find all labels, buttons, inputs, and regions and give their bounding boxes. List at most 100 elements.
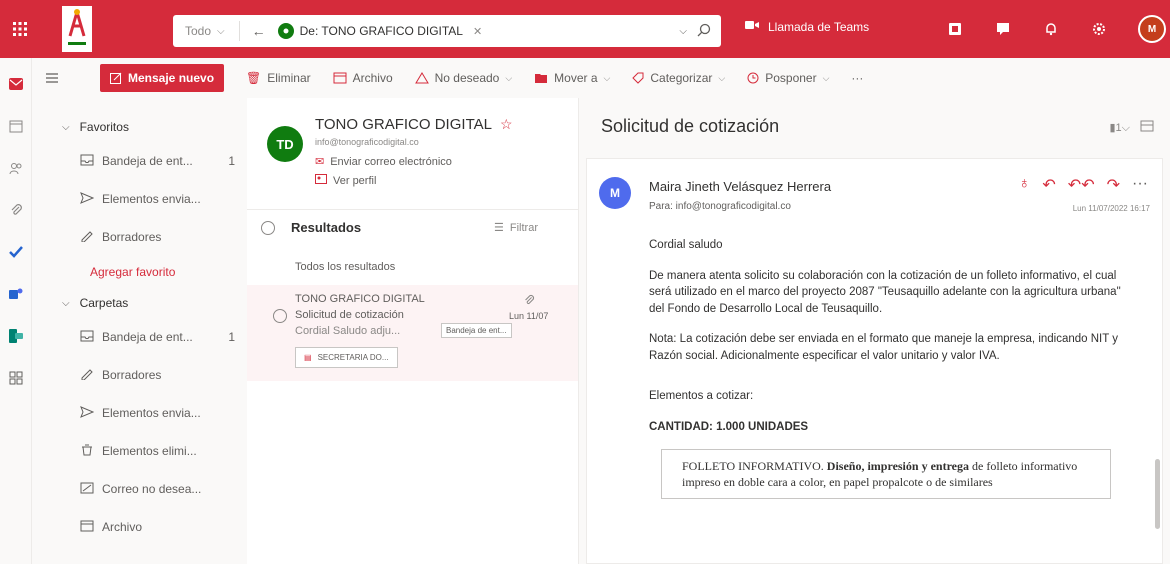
- close-icon[interactable]: ✕: [473, 25, 482, 38]
- move-to-button[interactable]: Mover a ⌵: [534, 71, 610, 85]
- message-list-item[interactable]: TONO GRAFICO DIGITAL Solicitud de cotiza…: [247, 285, 578, 381]
- flag-icon[interactable]: ♁: [1018, 175, 1030, 195]
- attachment-icon[interactable]: [0, 194, 32, 226]
- body-paragraph: De manera atenta solicito su colaboració…: [649, 269, 1121, 315]
- message-card: M Maira Jineth Velásquez Herrera Para: i…: [586, 158, 1163, 564]
- table-bold: Diseño, impresión y entrega: [826, 459, 969, 473]
- fav-item-label: Bandeja de ent...: [102, 154, 193, 168]
- app-launcher-icon[interactable]: [0, 0, 40, 58]
- folder-item-archive[interactable]: Archivo: [32, 508, 247, 546]
- filter-label: Filtrar: [509, 221, 538, 234]
- teams-icon[interactable]: [0, 278, 32, 310]
- new-message-button[interactable]: Mensaje nuevo: [100, 64, 225, 92]
- more-icon[interactable]: ···: [1132, 175, 1148, 195]
- chevron-down-icon: ⌵: [603, 72, 611, 83]
- divider: [238, 21, 240, 41]
- folder-item-drafts[interactable]: Borradores: [32, 356, 247, 394]
- folder-item-sent[interactable]: Elementos envia...: [32, 394, 247, 432]
- sway-icon[interactable]: [0, 320, 32, 352]
- select-message-radio[interactable]: [273, 309, 287, 323]
- reply-all-icon[interactable]: ↶↶: [1068, 175, 1095, 195]
- chevron-down-icon: ⌵: [822, 72, 830, 83]
- search-chip-label: De: TONO GRAFICO DIGITAL: [299, 24, 463, 38]
- chevron-down-icon: ⌵: [62, 297, 70, 309]
- folder-item-label: Borradores: [102, 368, 162, 382]
- reading-subject-title: Solicitud de cotización: [601, 116, 780, 136]
- snooze-label: Posponer: [765, 71, 817, 85]
- contact-email: info@tonograficodigital.co: [315, 137, 419, 147]
- mail-icon: ✉: [315, 156, 325, 168]
- fav-item-sent[interactable]: Elementos envia...: [32, 180, 247, 218]
- results-header: Resultados ☰ Filtrar: [247, 209, 578, 245]
- reply-icon[interactable]: ↶: [1042, 175, 1055, 195]
- message-list-pane: TD TONO GRAFICO DIGITAL ☆ info@tonografic…: [247, 98, 579, 564]
- bell-icon[interactable]: [1039, 17, 1063, 41]
- teams-call-button[interactable]: Llamada de Teams: [744, 19, 869, 34]
- todo-check-icon[interactable]: [0, 236, 32, 268]
- forward-icon[interactable]: ↷: [1107, 175, 1120, 195]
- mail-icon[interactable]: [0, 68, 32, 100]
- junk-button[interactable]: No deseado ⌵: [414, 71, 512, 85]
- video-camera-icon: [744, 19, 760, 34]
- body-paragraph: Elementos a cotizar:: [649, 390, 754, 402]
- delete-button[interactable]: 🗑︎ Eliminar: [246, 71, 311, 85]
- feedback-icon[interactable]: [991, 17, 1015, 41]
- search-box[interactable]: Todo ⌵ ← De: TONO GRAFICO DIGITAL ✕ ⌵: [173, 15, 721, 47]
- gear-icon[interactable]: [1087, 17, 1111, 41]
- sender-name[interactable]: Maira Jineth Velásquez Herrera: [649, 179, 831, 194]
- folder-tag[interactable]: Bandeja de ent...: [441, 323, 512, 338]
- search-icon[interactable]: [697, 23, 711, 40]
- profile-card-icon: [315, 174, 327, 187]
- top-bar: Todo ⌵ ← De: TONO GRAFICO DIGITAL ✕ ⌵ Lla…: [0, 0, 1170, 58]
- junk-icon: [80, 482, 94, 497]
- hamburger-menu-icon[interactable]: [32, 73, 72, 83]
- organization-logo: [62, 6, 92, 52]
- more-actions-button[interactable]: ···: [851, 71, 863, 85]
- back-arrow-icon[interactable]: ←: [252, 23, 266, 39]
- select-all-radio[interactable]: [261, 220, 275, 235]
- view-profile-link[interactable]: Ver perfil: [315, 174, 513, 187]
- contact-avatar[interactable]: TD: [267, 126, 303, 162]
- more-actions-label: ···: [851, 71, 864, 85]
- categorize-button[interactable]: Categorizar ⌵: [632, 71, 725, 85]
- send-email-link[interactable]: ✉ Enviar correo electrónico: [315, 155, 513, 169]
- unread-count: 1: [228, 330, 235, 344]
- folder-item-junk[interactable]: Correo no desea...: [32, 470, 247, 508]
- filter-button[interactable]: ☰ Filtrar: [494, 221, 578, 235]
- add-favorite-label: Agregar favorito: [90, 265, 176, 279]
- message-preview: Cordial Saludo adju...: [295, 325, 401, 337]
- message-subject: Solicitud de cotización: [295, 309, 404, 321]
- archive-label: Archivo: [352, 71, 393, 85]
- folder-item-inbox[interactable]: Bandeja de ent... 1: [32, 318, 247, 356]
- contact-initials: TD: [276, 136, 294, 152]
- table-lead: FOLLETO INFORMATIVO.: [682, 459, 824, 473]
- folder-item-deleted[interactable]: Elementos elimi...: [32, 432, 247, 470]
- open-window-icon[interactable]: [1140, 120, 1154, 135]
- snooze-button[interactable]: Posponer ⌵: [747, 71, 829, 85]
- folders-header[interactable]: ⌵ Carpetas: [32, 288, 247, 318]
- search-scope-dropdown[interactable]: Todo ⌵: [173, 24, 233, 38]
- attachment-chip[interactable]: ▤ SECRETARIA DO...: [295, 347, 398, 368]
- folder-item-label: Bandeja de ent...: [102, 330, 193, 344]
- filter-icon: ☰: [494, 222, 504, 234]
- more-apps-icon[interactable]: [0, 362, 32, 394]
- archive-button[interactable]: Archivo: [333, 71, 393, 85]
- scrollbar[interactable]: [1155, 459, 1160, 529]
- zoom-icon[interactable]: ▮1⌵: [1109, 121, 1130, 135]
- favorites-header[interactable]: ⌵ Favoritos: [32, 112, 247, 142]
- user-avatar[interactable]: M: [1138, 15, 1166, 43]
- search-filter-chip[interactable]: De: TONO GRAFICO DIGITAL ✕: [271, 21, 489, 41]
- star-icon[interactable]: ☆: [500, 116, 513, 133]
- fav-item-drafts[interactable]: Borradores: [32, 218, 247, 256]
- calendar-icon[interactable]: [0, 110, 32, 142]
- quote-table: FOLLETO INFORMATIVO. Diseño, impresión y…: [661, 449, 1111, 499]
- people-icon[interactable]: [0, 152, 32, 184]
- sender-avatar[interactable]: M: [599, 177, 631, 209]
- add-favorite-link[interactable]: Agregar favorito: [32, 256, 247, 288]
- word-icon[interactable]: [943, 17, 967, 41]
- body-quantity: CANTIDAD: 1.000 UNIDADES: [649, 420, 809, 433]
- fav-item-inbox[interactable]: Bandeja de ent... 1: [32, 142, 247, 180]
- chevron-down-icon[interactable]: ⌵: [679, 26, 687, 37]
- contact-card: TD TONO GRAFICO DIGITAL ☆ info@tonografic…: [247, 98, 578, 187]
- archive-icon: [333, 72, 347, 84]
